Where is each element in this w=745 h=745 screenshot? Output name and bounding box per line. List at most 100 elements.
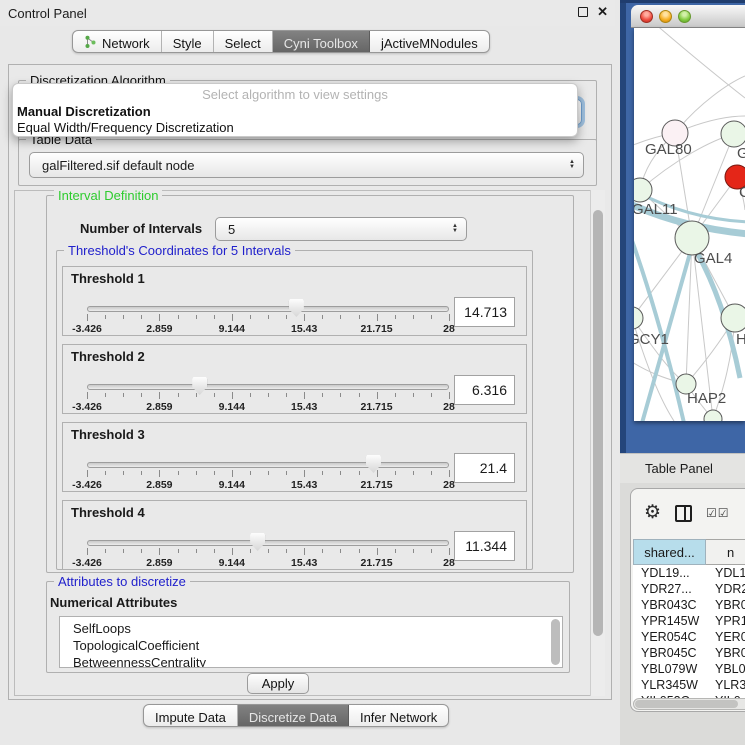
slider-tick (431, 393, 432, 397)
threshold-label: Threshold 1 (71, 271, 145, 286)
attribute-item-topologicalcoefficient[interactable]: TopologicalCoefficient (73, 637, 562, 654)
network-node-ga[interactable] (721, 121, 745, 147)
threshold-slider[interactable]: -3.4262.8599.14415.4321.71528 (87, 453, 449, 493)
table-row[interactable]: YLR345WYLR3 (633, 677, 745, 693)
table-column-header[interactable]: n (706, 539, 745, 565)
minimize-traffic-light-icon[interactable] (659, 10, 672, 23)
slider-tick-label: 9.144 (219, 401, 245, 413)
table-data-combobox[interactable]: galFiltered.sif default node ▲▼ (29, 152, 584, 178)
mode-tab-impute-data[interactable]: Impute Data (144, 705, 238, 726)
tab-style[interactable]: Style (162, 31, 214, 52)
slider-tick-label: 9.144 (219, 557, 245, 569)
table-row[interactable]: YPR145WYPR1 (633, 613, 745, 629)
attribute-item-selfloops[interactable]: SelfLoops (73, 620, 562, 637)
slider-tick-label: 2.859 (146, 401, 172, 413)
node-table: shared...n YDL19...YDL1YDR27...YDR2YBR04… (633, 539, 745, 701)
slider-thumb[interactable] (192, 377, 207, 395)
threshold-value-field[interactable]: 14.713 (454, 297, 515, 327)
network-node-gcy1[interactable] (634, 307, 643, 329)
tab-select[interactable]: Select (214, 31, 273, 52)
network-window[interactable]: GAL80GACGAL11GAL4GCY1HHAP2 (620, 0, 745, 453)
columns-icon[interactable] (675, 505, 692, 522)
table-cell: YPR145W (633, 613, 706, 629)
slider-tick (286, 315, 287, 319)
dropdown-placeholder: Select algorithm to view settings (13, 87, 577, 103)
threshold-value-field[interactable]: 6.316 (454, 375, 515, 405)
horizontal-scrollbar-thumb[interactable] (635, 700, 738, 708)
slider-tick-label: 15.43 (291, 323, 317, 335)
slider-track[interactable] (87, 540, 449, 546)
dropdown-option-equal-width-frequency[interactable]: Equal Width/Frequency Discretization (13, 119, 577, 135)
slider-track[interactable] (87, 306, 449, 312)
slider-tick (359, 549, 360, 553)
tab-network[interactable]: Network (73, 31, 162, 52)
slider-tick (377, 548, 378, 555)
network-node-h[interactable] (721, 304, 745, 332)
numerical-attributes-list[interactable]: SelfLoopsTopologicalCoefficientBetweenne… (59, 616, 563, 668)
node-label: HAP2 (687, 390, 726, 407)
slider-tick (268, 471, 269, 475)
slider-tick (377, 314, 378, 321)
dropdown-option-manual-discretization[interactable]: Manual Discretization (13, 103, 577, 119)
table-row[interactable]: YDR27...YDR2 (633, 581, 745, 597)
num-intervals-combobox[interactable]: 5 ▲▼ (215, 217, 467, 241)
threshold-label: Threshold 3 (71, 427, 145, 442)
float-icon[interactable] (578, 7, 588, 17)
combo-arrows-icon: ▲▼ (569, 160, 575, 170)
slider-tick (340, 393, 341, 397)
table-cell: YLR3 (706, 677, 745, 693)
tab-jactivemnodules[interactable]: jActiveMNodules (370, 31, 489, 52)
slider-track[interactable] (87, 462, 449, 468)
table-row[interactable]: YER054CYER0 (633, 629, 745, 645)
slider-tick (214, 549, 215, 553)
threshold-value-field[interactable]: 11.344 (454, 531, 515, 561)
list-scrollbar[interactable] (551, 619, 560, 665)
tab-cyni-toolbox[interactable]: Cyni Toolbox (273, 31, 370, 52)
vertical-scrollbar-thumb[interactable] (593, 210, 603, 636)
slider-tick (250, 393, 251, 397)
node-label: GCY1 (634, 331, 669, 348)
slider-thumb[interactable] (366, 455, 381, 473)
slider-tick (449, 470, 450, 477)
threshold-slider[interactable]: -3.4262.8599.14415.4321.71528 (87, 297, 449, 337)
slider-tick (304, 314, 305, 321)
slider-thumb[interactable] (289, 299, 304, 317)
slider-tick (449, 314, 450, 321)
cyni-mode-tabs: Impute Data Discretize Data Infer Network (143, 704, 449, 727)
attribute-item-betweennesscentrality[interactable]: BetweennessCentrality (73, 654, 562, 668)
slider-tick (304, 548, 305, 555)
table-cell: YER054C (633, 629, 706, 645)
tab-label: Impute Data (155, 710, 226, 725)
slider-tick-label: 21.715 (361, 401, 393, 413)
threshold-value-field[interactable]: 21.4 (454, 453, 515, 483)
table-row[interactable]: YBR045CYBR0 (633, 645, 745, 661)
tab-label: Discretize Data (249, 710, 337, 725)
threshold-slider[interactable]: -3.4262.8599.14415.4321.71528 (87, 531, 449, 571)
tab-label: Style (173, 36, 202, 51)
table-row[interactable]: YDL19...YDL1 (633, 565, 745, 581)
slider-tick (268, 315, 269, 319)
table-row[interactable]: YBL079WYBL0 (633, 661, 745, 677)
close-icon[interactable]: ✕ (597, 6, 608, 18)
vertical-scrollbar[interactable] (590, 190, 605, 696)
apply-button[interactable]: Apply (247, 673, 309, 694)
network-canvas[interactable]: GAL80GACGAL11GAL4GCY1HHAP2 (634, 28, 745, 421)
close-traffic-light-icon[interactable] (640, 10, 653, 23)
gear-icon[interactable]: ⚙ (644, 503, 661, 523)
mode-tab-infer-network[interactable]: Infer Network (349, 705, 448, 726)
horizontal-scrollbar[interactable] (633, 698, 745, 710)
table-column-header[interactable]: shared... (633, 539, 706, 565)
slider-tick (322, 549, 323, 553)
network-window-titlebar[interactable] (631, 5, 745, 28)
slider-tick (232, 470, 233, 477)
table-row[interactable]: YBR043CYBR0 (633, 597, 745, 613)
select-columns-icons[interactable]: ☑☑ (706, 506, 730, 520)
slider-thumb[interactable] (250, 533, 265, 551)
threshold-slider[interactable]: -3.4262.8599.14415.4321.71528 (87, 375, 449, 415)
mode-tab-discretize-data[interactable]: Discretize Data (238, 705, 349, 726)
slider-track[interactable] (87, 384, 449, 390)
threshold-panel-4: Threshold 4-3.4262.8599.14415.4321.71528… (62, 500, 527, 570)
slider-tick-label: 21.715 (361, 557, 393, 569)
maximize-traffic-light-icon[interactable] (678, 10, 691, 23)
threshold-label: Threshold 2 (71, 349, 145, 364)
